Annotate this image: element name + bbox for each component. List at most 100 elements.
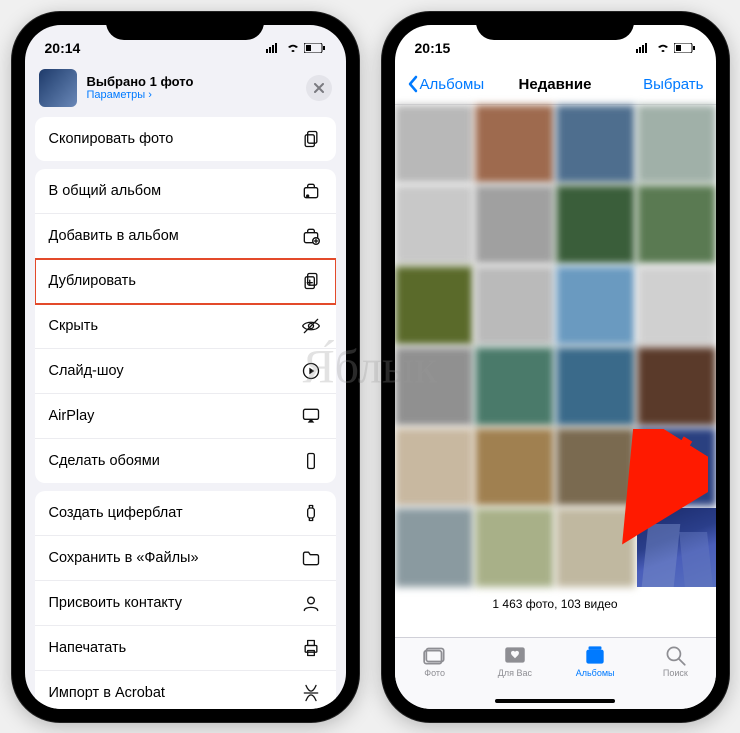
wifi-icon xyxy=(656,43,670,53)
airplay-icon xyxy=(300,405,322,427)
action-label: Скопировать фото xyxy=(49,131,174,147)
photo-tab-icon xyxy=(422,644,448,666)
action-group: В общий альбом Добавить в альбом Дублирова… xyxy=(35,169,336,483)
select-button[interactable]: Выбрать xyxy=(605,76,704,93)
photo-thumbnail[interactable] xyxy=(556,185,635,264)
copy-icon xyxy=(300,128,322,150)
share-title: Выбрано 1 фото xyxy=(87,74,296,89)
photo-thumbnail[interactable] xyxy=(395,185,474,264)
action-label: Создать циферблат xyxy=(49,505,183,521)
action-label: AirPlay xyxy=(49,408,95,424)
photo-thumbnail[interactable] xyxy=(395,105,474,184)
action-group: Создать циферблат Сохранить в «Файлы» Прис… xyxy=(35,491,336,709)
phone-device-left: 20:14 Выбрано 1 фото Параметры › Скопиро… xyxy=(12,12,359,722)
watch-icon xyxy=(300,502,322,524)
folder-icon xyxy=(300,547,322,569)
photo-thumbnail[interactable] xyxy=(395,428,474,507)
action-label: Напечатать xyxy=(49,640,127,656)
status-icons xyxy=(636,43,696,53)
status-icons xyxy=(266,43,326,53)
screen-share-sheet: 20:14 Выбрано 1 фото Параметры › Скопиро… xyxy=(25,25,346,709)
share-options-link[interactable]: Параметры › xyxy=(87,89,296,101)
annotation-arrow xyxy=(608,429,708,549)
photo-thumbnail[interactable] xyxy=(637,105,716,184)
hide-action[interactable]: Скрыть xyxy=(35,304,336,349)
wallpaper-action[interactable]: Сделать обоями xyxy=(35,439,336,483)
shared-album-action[interactable]: В общий альбом xyxy=(35,169,336,214)
action-label: В общий альбом xyxy=(49,183,162,199)
watchface-action[interactable]: Создать циферблат xyxy=(35,491,336,536)
photo-thumbnail[interactable] xyxy=(475,105,554,184)
cellular-icon xyxy=(636,43,652,53)
action-label: Добавить в альбом xyxy=(49,228,179,244)
notch xyxy=(106,12,264,40)
photo-thumbnail[interactable] xyxy=(475,185,554,264)
action-label: Слайд-шоу xyxy=(49,363,124,379)
action-label: Сохранить в «Файлы» xyxy=(49,550,199,566)
photo-thumbnail[interactable] xyxy=(556,266,635,345)
photo-thumbnail[interactable] xyxy=(556,105,635,184)
back-button[interactable]: Альбомы xyxy=(407,75,506,93)
photo-thumbnail[interactable] xyxy=(637,347,716,426)
play-icon xyxy=(300,360,322,382)
hide-icon xyxy=(300,315,322,337)
phone-device-right: 20:15 Альбомы Недавние Выбрать 1 463 фот… xyxy=(382,12,729,722)
slideshow-action[interactable]: Слайд-шоу xyxy=(35,349,336,394)
notch xyxy=(476,12,634,40)
battery-icon xyxy=(674,43,696,53)
share-action-list: Скопировать фото В общий альбом Добавить в… xyxy=(25,117,346,709)
photo-thumbnail[interactable] xyxy=(637,266,716,345)
photo-thumbnail[interactable] xyxy=(475,428,554,507)
close-icon xyxy=(314,83,324,93)
photo-thumbnail[interactable] xyxy=(637,185,716,264)
acrobat-action[interactable]: Импорт в Acrobat xyxy=(35,671,336,709)
photo-thumbnail[interactable] xyxy=(395,266,474,345)
action-group: Скопировать фото xyxy=(35,117,336,161)
save-files-action[interactable]: Сохранить в «Файлы» xyxy=(35,536,336,581)
navigation-bar: Альбомы Недавние Выбрать xyxy=(395,65,716,105)
add-album-action[interactable]: Добавить в альбом xyxy=(35,214,336,259)
photo-thumbnail[interactable] xyxy=(475,347,554,426)
wifi-icon xyxy=(286,43,300,53)
nav-title: Недавние xyxy=(506,76,605,93)
status-time: 20:15 xyxy=(415,40,451,56)
photo-thumbnail[interactable] xyxy=(395,508,474,587)
search-tab-icon xyxy=(662,644,688,666)
chevron-left-icon xyxy=(407,75,418,93)
close-button[interactable] xyxy=(306,75,332,101)
home-indicator[interactable] xyxy=(495,699,615,703)
tab-search[interactable]: Поиск xyxy=(635,644,715,709)
shared-album-icon xyxy=(300,180,322,202)
tab-label: Для Вас xyxy=(475,668,555,678)
airplay-action[interactable]: AirPlay xyxy=(35,394,336,439)
acrobat-icon xyxy=(300,682,322,704)
screen-photos-grid: 20:15 Альбомы Недавние Выбрать 1 463 фот… xyxy=(395,25,716,709)
tab-label: Фото xyxy=(395,668,475,678)
action-label: Сделать обоями xyxy=(49,453,160,469)
contact-icon xyxy=(300,592,322,614)
share-header: Выбрано 1 фото Параметры › xyxy=(25,65,346,117)
status-time: 20:14 xyxy=(45,40,81,56)
photo-thumbnail[interactable] xyxy=(556,347,635,426)
duplicate-action[interactable]: Дублировать xyxy=(35,259,336,304)
add-album-icon xyxy=(300,225,322,247)
photo-thumbnail[interactable] xyxy=(475,508,554,587)
tab-photo[interactable]: Фото xyxy=(395,644,475,709)
duplicate-icon xyxy=(300,270,322,292)
tab-label: Поиск xyxy=(635,668,715,678)
assign-contact-action[interactable]: Присвоить контакту xyxy=(35,581,336,626)
print-icon xyxy=(300,637,322,659)
foryou-tab-icon xyxy=(502,644,528,666)
action-label: Присвоить контакту xyxy=(49,595,182,611)
tab-label: Альбомы xyxy=(555,668,635,678)
albums-tab-icon xyxy=(582,644,608,666)
copy-action[interactable]: Скопировать фото xyxy=(35,117,336,161)
print-action[interactable]: Напечатать xyxy=(35,626,336,671)
photo-thumbnail[interactable] xyxy=(395,347,474,426)
selected-photo-thumbnail[interactable] xyxy=(39,69,77,107)
battery-icon xyxy=(304,43,326,53)
photo-thumbnail[interactable] xyxy=(475,266,554,345)
action-label: Дублировать xyxy=(49,273,136,289)
grid-summary: 1 463 фото, 103 видео xyxy=(395,587,716,621)
action-label: Скрыть xyxy=(49,318,99,334)
